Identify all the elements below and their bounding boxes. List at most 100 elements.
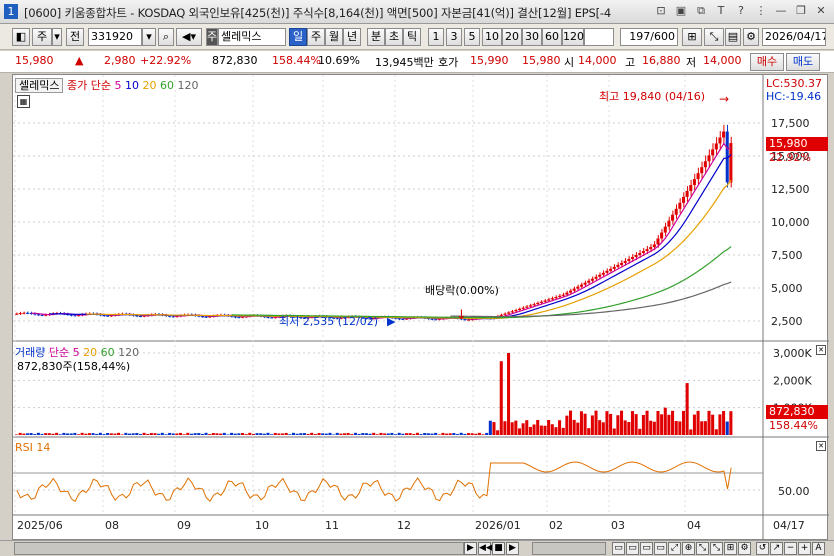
tool8-icon[interactable]: ⤡ (710, 542, 723, 555)
buy-button[interactable]: 매수 (750, 53, 784, 71)
chart-canvas[interactable]: →↓▶ 17,50015,00012,50010,0007,5005,0002,… (13, 75, 829, 541)
volume-bar (598, 420, 602, 435)
horizontal-scrollbar[interactable] (14, 542, 464, 555)
tool9-icon[interactable]: ⊞ (724, 542, 737, 555)
period-day[interactable]: 일 (289, 28, 307, 46)
period-year[interactable]: 년 (343, 28, 361, 46)
interval-5[interactable]: 5 (464, 28, 480, 46)
volume-bar (62, 432, 66, 435)
period-second[interactable]: 초 (385, 28, 403, 46)
close-icon[interactable]: ✕ (814, 4, 828, 18)
chart-area[interactable]: → ↓ ▶ 17,500 15,000 12,500 10,000 7,500 5,000 2,… (12, 74, 829, 541)
tool4-icon[interactable]: ▭ (654, 542, 667, 555)
volume-bar (641, 415, 645, 435)
type-dropdown-arrow-icon[interactable]: ▾ (52, 28, 62, 46)
volume-bar (616, 415, 620, 435)
period-week[interactable]: 주 (307, 28, 325, 46)
volume-bar (434, 432, 438, 435)
interval-3[interactable]: 3 (446, 28, 462, 46)
font-icon[interactable]: T (714, 4, 728, 18)
interval-30[interactable]: 30 (522, 28, 542, 46)
font-size-icon[interactable]: A (812, 542, 825, 555)
candle-body (583, 282, 587, 285)
volume-bar (142, 432, 146, 435)
crosshair-icon[interactable]: ⤡ (704, 28, 724, 46)
lock-icon[interactable]: ⊡ (654, 4, 668, 18)
period-month[interactable]: 월 (325, 28, 343, 46)
interval-1[interactable]: 1 (428, 28, 444, 46)
candle-body (266, 316, 270, 318)
play-icon[interactable]: ▶ (506, 542, 519, 555)
grid-icon[interactable]: ⊞ (682, 28, 702, 46)
tool6-icon[interactable]: ⊕ (682, 542, 695, 555)
period-tick[interactable]: 틱 (403, 28, 421, 46)
help-icon[interactable]: ? (734, 4, 748, 18)
candle-body (547, 299, 551, 301)
code-dropdown-arrow-icon[interactable]: ▾ (142, 28, 156, 46)
tool2-icon[interactable]: ▭ (626, 542, 639, 555)
count-input[interactable]: 197/600 (620, 28, 678, 46)
tool1-icon[interactable]: ▭ (612, 542, 625, 555)
interval-60[interactable]: 60 (542, 28, 562, 46)
volume-sub-label: 872,830주(158,44%) (17, 360, 131, 373)
candle-body (703, 161, 707, 168)
save-chart-icon[interactable]: ▤ (725, 28, 741, 46)
volume-bar (321, 433, 325, 435)
zoom-in-icon[interactable]: + (798, 542, 811, 555)
interval-120[interactable]: 120 (562, 28, 584, 46)
rewind-icon[interactable]: ◀◀ (478, 542, 493, 555)
volume-current-tag: 872,830 (766, 405, 828, 419)
volume-bar (445, 433, 449, 435)
interval-20[interactable]: 20 (502, 28, 522, 46)
volume-pane-close-icon[interactable]: ✕ (816, 345, 826, 355)
candle-body (550, 298, 554, 300)
candle-body (168, 315, 172, 317)
x-axis-label: 11 (325, 519, 339, 532)
custom-interval-input[interactable] (584, 28, 614, 46)
sound-icon[interactable]: ◀▾ (176, 28, 202, 46)
tool10-icon[interactable]: ⚙ (738, 542, 751, 555)
settings-icon[interactable]: ⚙ (743, 28, 759, 46)
stop-icon[interactable]: ■ (492, 542, 505, 555)
layout-icon[interactable]: ◧ (12, 28, 30, 46)
volume-bar (532, 424, 536, 435)
candle-body (612, 266, 616, 269)
minimize-icon[interactable]: — (774, 4, 788, 18)
type-dropdown[interactable]: 주 (32, 28, 52, 46)
tool7-icon[interactable]: ⤡ (696, 542, 709, 555)
volume-bar (102, 434, 106, 435)
volume-bar (76, 434, 81, 435)
sell-button[interactable]: 매도 (786, 53, 820, 71)
volume-bar (353, 432, 357, 435)
rsi-pane-close-icon[interactable]: ✕ (816, 441, 826, 451)
search-icon[interactable]: ⌕ (158, 28, 174, 46)
volume-bar (237, 433, 241, 435)
pin-icon[interactable]: ⋮ (754, 4, 768, 18)
tool3-icon[interactable]: ▭ (640, 542, 653, 555)
dividend-arrow-icon: ↓ (456, 308, 467, 323)
save-icon[interactable]: ▣ (674, 4, 688, 18)
candle-body (521, 307, 525, 309)
period-minute[interactable]: 분 (367, 28, 385, 46)
candle-body (517, 308, 522, 311)
volume-bar (397, 432, 401, 435)
volume-bar (609, 413, 613, 435)
date-input[interactable]: 2026/04/17 (762, 28, 826, 46)
reset-icon[interactable]: ↺ (756, 542, 769, 555)
stock-code-input[interactable]: 331920 (88, 28, 142, 46)
scroll-right-icon[interactable]: ▶ (464, 542, 477, 555)
prev-button[interactable]: 전 (66, 28, 84, 46)
zoom-out-icon[interactable]: − (784, 542, 797, 555)
candle-body (40, 314, 44, 316)
volume-bar (630, 411, 634, 435)
arrow-icon[interactable]: ↗ (770, 542, 783, 555)
volume-bar (317, 433, 321, 435)
restore-icon[interactable]: ❐ (794, 4, 808, 18)
copy-icon[interactable]: ⧉ (694, 4, 708, 18)
table-icon[interactable]: ▦ (17, 95, 30, 108)
type-label: 주 (36, 30, 48, 43)
interval-10[interactable]: 10 (482, 28, 502, 46)
candle-body (590, 278, 594, 281)
zoom-slider[interactable] (532, 542, 606, 555)
tool5-icon[interactable]: ⤢ (668, 542, 681, 555)
